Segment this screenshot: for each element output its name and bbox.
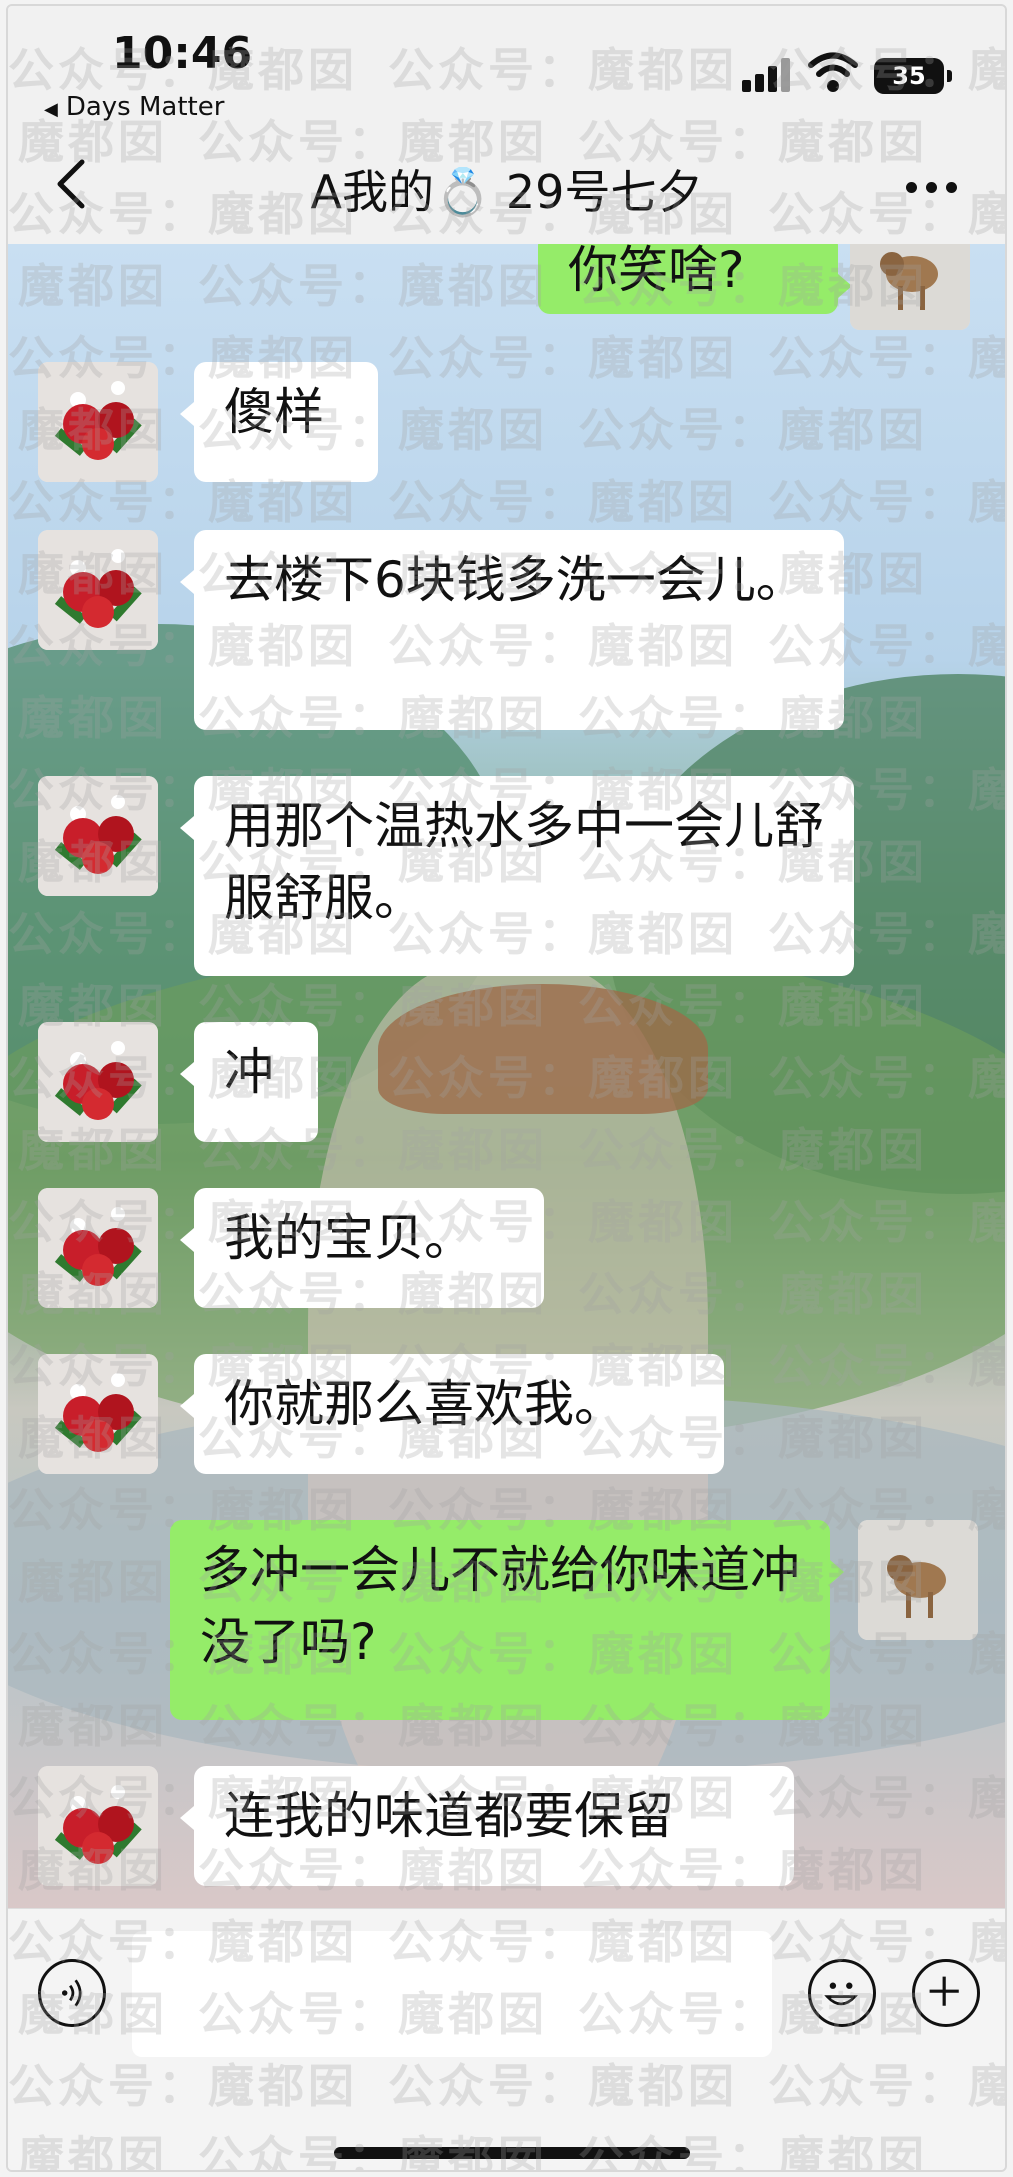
emoji-icon[interactable] (808, 1959, 876, 2027)
rose-bouquet-icon (38, 1022, 158, 1142)
rose-bouquet-icon (38, 1354, 158, 1474)
message-text: 傻样 (224, 383, 324, 441)
incoming-message-bubble[interactable]: 用那个温热水多中一会儿舒服舒服。 (180, 776, 854, 976)
message-text: 去楼下6块钱多洗一会儿。 (224, 551, 806, 609)
contact-avatar[interactable] (38, 362, 158, 482)
message-input[interactable] (132, 1931, 772, 2057)
voice-icon[interactable] (38, 1959, 106, 2027)
message-text: 多冲一会儿不就给你味道冲没了吗? (200, 1541, 800, 1671)
back-triangle-icon: ◀ (44, 99, 58, 120)
status-time: 10:46 (112, 28, 253, 79)
background-hat (378, 984, 708, 1114)
chat-message-list[interactable]: 你笑啥? 傻样 去楼下6块钱多洗一会儿。 用那个温热水多中一会儿舒服舒服。 冲 … (8, 244, 1005, 1908)
rose-bouquet-icon (38, 362, 158, 482)
dog-avatar-icon (858, 1520, 978, 1640)
phone-screen: 10:46 ◀ Days Matter 35 A我的💍 29号七夕 你笑啥? 傻… (6, 4, 1007, 2172)
outgoing-message-bubble[interactable]: 你笑啥? (538, 244, 852, 314)
outgoing-message-bubble[interactable]: 多冲一会儿不就给你味道冲没了吗? (170, 1520, 844, 1720)
dog-avatar-icon (850, 244, 970, 330)
incoming-message-bubble[interactable]: 你就那么喜欢我。 (180, 1354, 724, 1474)
self-avatar[interactable] (858, 1520, 978, 1640)
message-text: 我的宝贝。 (224, 1209, 474, 1267)
incoming-message-bubble[interactable]: 傻样 (180, 362, 378, 482)
more-dots-icon[interactable] (906, 178, 966, 193)
input-bar (8, 1908, 1005, 2170)
incoming-message-bubble[interactable]: 连我的味道都要保留 (180, 1766, 794, 1886)
self-avatar[interactable] (850, 244, 970, 330)
contact-avatar[interactable] (38, 530, 158, 650)
back-to-app-link[interactable]: ◀ Days Matter (44, 92, 224, 122)
incoming-message-bubble[interactable]: 去楼下6块钱多洗一会儿。 (180, 530, 844, 730)
message-text: 你笑啥? (568, 244, 745, 299)
chat-header: A我的💍 29号七夕 (8, 126, 1005, 244)
plus-icon[interactable] (912, 1959, 980, 2027)
cellular-signal-icon (742, 58, 792, 92)
chat-title: A我的💍 29号七夕 (310, 165, 703, 219)
message-text: 你就那么喜欢我。 (224, 1375, 624, 1433)
contact-avatar[interactable] (38, 1188, 158, 1308)
rose-bouquet-icon (38, 1766, 158, 1886)
contact-avatar[interactable] (38, 776, 158, 896)
status-bar: 10:46 ◀ Days Matter 35 (8, 6, 1005, 126)
incoming-message-bubble[interactable]: 冲 (180, 1022, 318, 1142)
contact-avatar[interactable] (38, 1766, 158, 1886)
rose-bouquet-icon (38, 1188, 158, 1308)
message-text: 冲 (224, 1043, 274, 1101)
contact-avatar[interactable] (38, 1022, 158, 1142)
home-indicator (334, 2147, 690, 2159)
message-text: 连我的味道都要保留 (224, 1787, 674, 1845)
message-text: 用那个温热水多中一会儿舒服舒服。 (224, 797, 824, 927)
contact-avatar[interactable] (38, 1354, 158, 1474)
battery-indicator: 35 (874, 58, 952, 94)
rose-bouquet-icon (38, 530, 158, 650)
incoming-message-bubble[interactable]: 我的宝贝。 (180, 1188, 544, 1308)
wifi-icon (808, 52, 858, 92)
rose-bouquet-icon (38, 776, 158, 896)
back-app-label: Days Matter (65, 92, 225, 122)
